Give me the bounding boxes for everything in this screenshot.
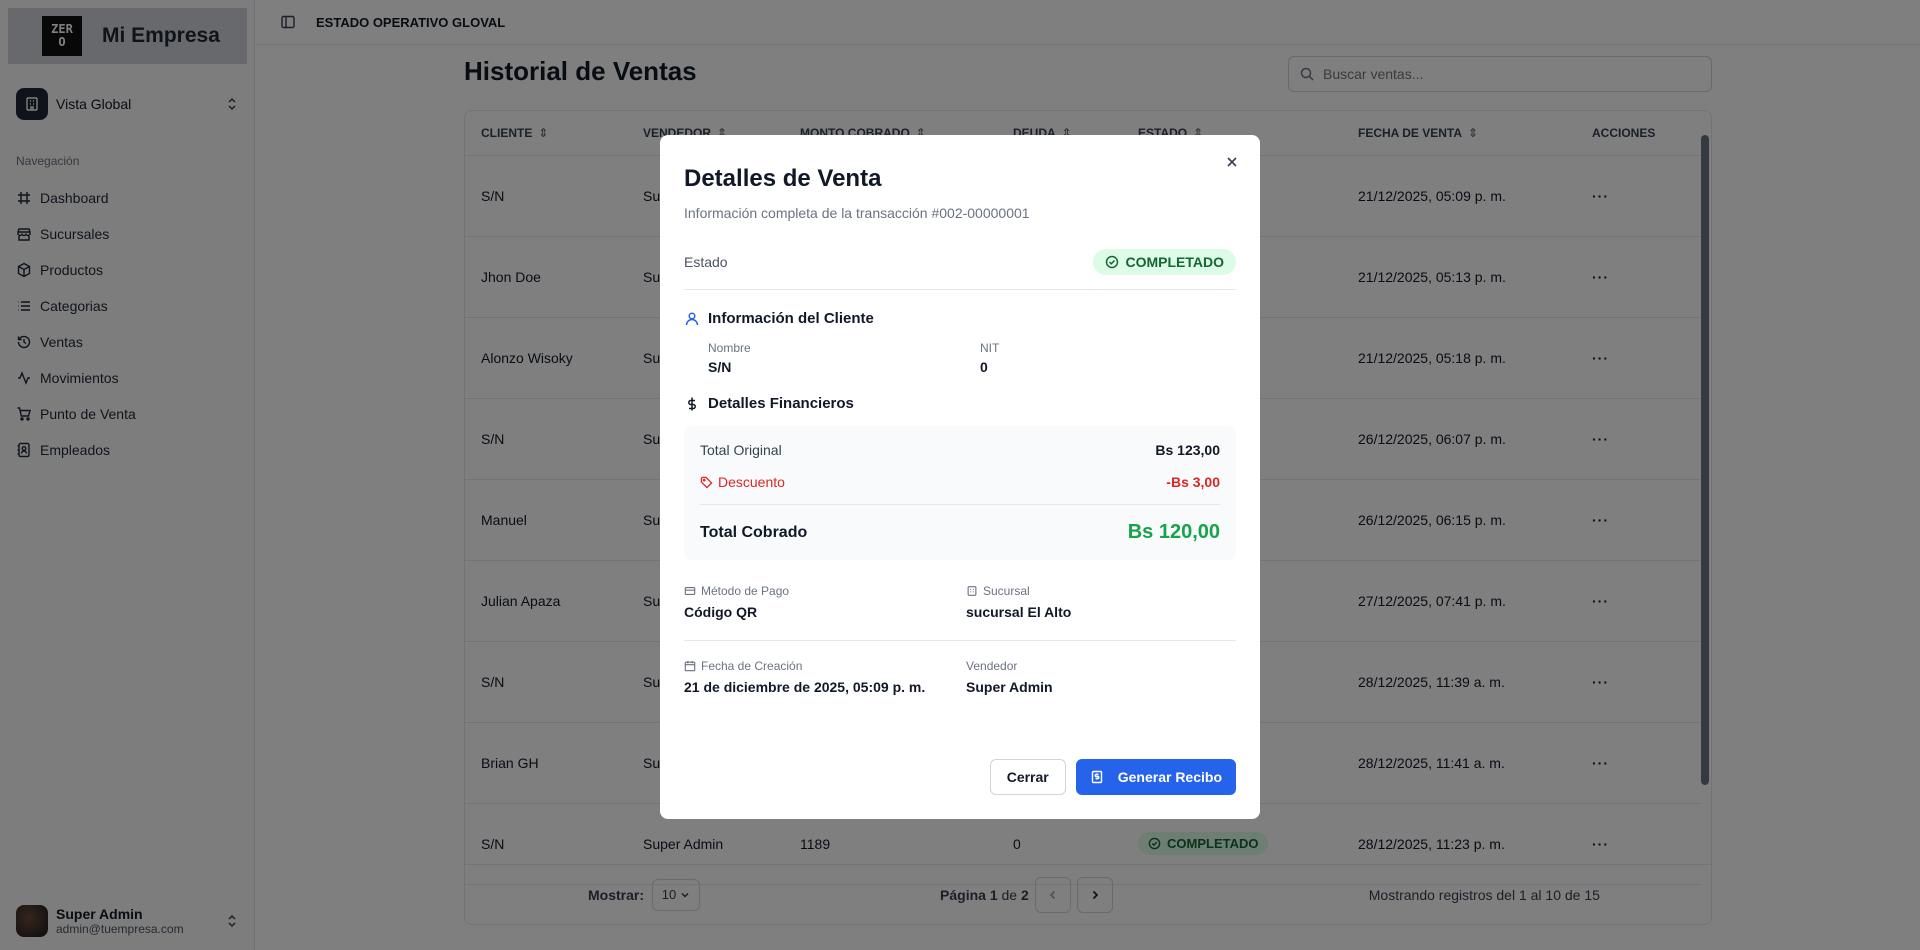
client-section-header: Información del Cliente bbox=[684, 310, 1236, 327]
dialog-title: Detalles de Venta bbox=[684, 165, 882, 192]
dialog-actions: Cerrar Generar Recibo bbox=[989, 759, 1236, 795]
finance-section-header: Detalles Financieros bbox=[684, 395, 1236, 412]
finance-section-title: Detalles Financieros bbox=[708, 395, 854, 412]
sale-details-dialog: Detalles de Venta Información completa d… bbox=[660, 135, 1260, 819]
client-nit-label: NIT bbox=[980, 341, 1000, 355]
finance-summary: Total Original Bs 123,00 Descuento -Bs 3… bbox=[684, 426, 1236, 560]
seller-label: Vendedor bbox=[966, 659, 1018, 673]
client-name-value: S/N bbox=[708, 359, 732, 375]
calendar-icon bbox=[684, 660, 696, 672]
branch-label-wrap: Sucursal bbox=[966, 584, 1216, 598]
building-icon bbox=[967, 586, 977, 596]
credit-card-icon bbox=[684, 587, 696, 595]
seller-label-wrap: Vendedor bbox=[966, 659, 1216, 673]
payment-info: Método de Pago Código QR Sucursal sucurs… bbox=[684, 584, 1236, 620]
close-button[interactable]: Cerrar bbox=[989, 759, 1066, 795]
discount-label: Descuento bbox=[718, 474, 785, 490]
payment-method-value: Código QR bbox=[684, 604, 758, 620]
total-original-value: Bs 123,00 bbox=[1155, 442, 1220, 458]
total-original-label: Total Original bbox=[700, 442, 782, 458]
divider bbox=[684, 640, 1236, 641]
receipt-icon bbox=[1091, 770, 1102, 784]
total-original-row: Total Original Bs 123,00 bbox=[700, 442, 1220, 458]
tag-icon bbox=[700, 476, 713, 489]
discount-row: Descuento -Bs 3,00 bbox=[700, 474, 1220, 490]
creation-date-label: Fecha de Creación bbox=[701, 659, 803, 673]
generate-receipt-button[interactable]: Generar Recibo bbox=[1075, 759, 1236, 795]
client-info: Nombre S/N NIT 0 bbox=[708, 341, 1236, 375]
status-label: Estado bbox=[684, 254, 728, 270]
status-row: Estado COMPLETADO bbox=[684, 249, 1236, 290]
total-charged-value: Bs 120,00 bbox=[1127, 521, 1220, 543]
client-nit-value: 0 bbox=[980, 359, 988, 375]
generate-receipt-label: Generar Recibo bbox=[1117, 769, 1222, 785]
seller-value: Super Admin bbox=[966, 679, 1053, 695]
payment-method-label-wrap: Método de Pago bbox=[684, 584, 966, 598]
client-section-title: Información del Cliente bbox=[708, 310, 874, 327]
creation-date-label-wrap: Fecha de Creación bbox=[684, 659, 966, 673]
total-charged-row: Total Cobrado Bs 120,00 bbox=[700, 504, 1220, 544]
status-badge: COMPLETADO bbox=[1093, 249, 1236, 275]
status-badge-label: COMPLETADO bbox=[1125, 254, 1224, 270]
discount-value: -Bs 3,00 bbox=[1166, 474, 1220, 490]
dialog-subtitle: Información completa de la transacción #… bbox=[684, 205, 1030, 221]
dollar-sign-icon bbox=[688, 397, 696, 410]
branch-value: sucursal El Alto bbox=[966, 604, 1072, 620]
close-dialog-button[interactable] bbox=[1222, 152, 1242, 172]
user-icon bbox=[685, 311, 699, 325]
discount-label-wrap: Descuento bbox=[700, 474, 785, 490]
check-circle-icon bbox=[1106, 255, 1119, 269]
client-name-label: Nombre bbox=[708, 341, 751, 355]
creation-info: Fecha de Creación 21 de diciembre de 202… bbox=[684, 659, 1236, 695]
creation-date-value: 21 de diciembre de 2025, 05:09 p. m. bbox=[684, 679, 926, 695]
branch-label: Sucursal bbox=[983, 584, 1030, 598]
close-icon bbox=[1227, 157, 1237, 167]
payment-method-label: Método de Pago bbox=[701, 584, 790, 598]
total-charged-label: Total Cobrado bbox=[700, 523, 808, 541]
